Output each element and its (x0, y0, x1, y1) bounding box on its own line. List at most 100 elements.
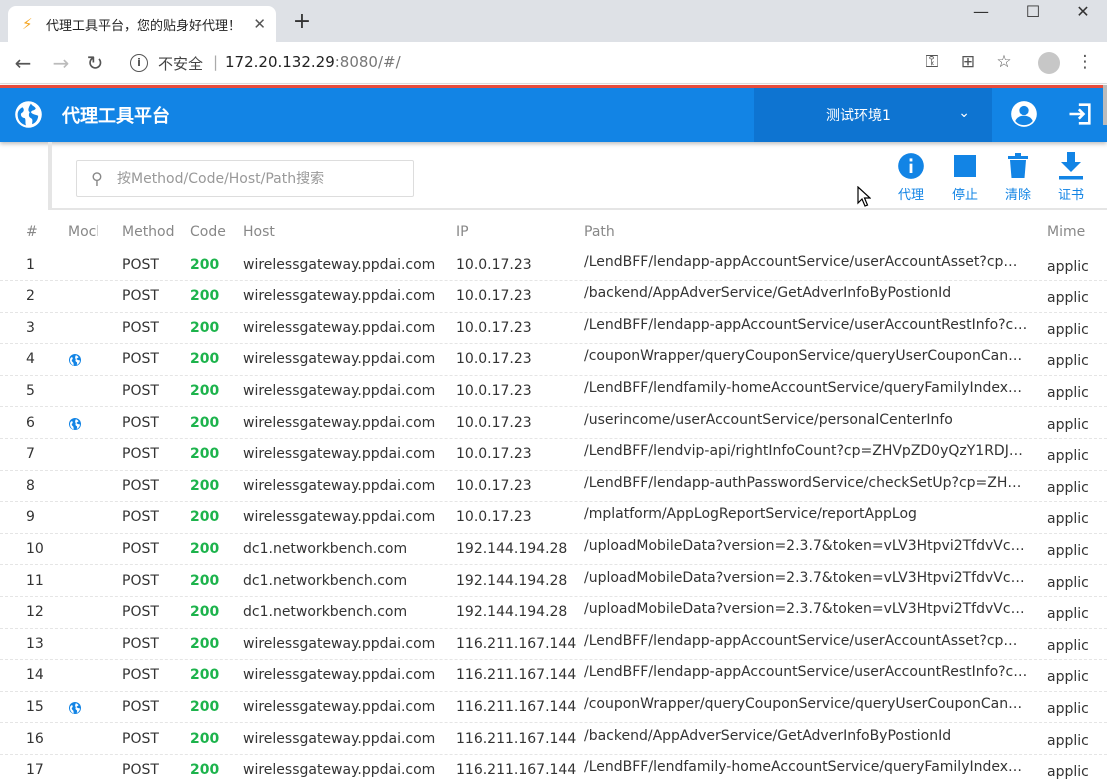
mock-globe-icon (69, 417, 81, 430)
header-ip[interactable]: IP (456, 224, 576, 240)
back-arrow-icon[interactable]: ← (10, 51, 36, 75)
row-ip: 192.144.194.28 (456, 572, 568, 589)
row-code: 200 (190, 667, 220, 684)
header-host[interactable]: Host (243, 224, 448, 240)
address-bar: ← → ↻ i 不安全 | 172.20.132.29:8080/#/ ⚿ ⊞ … (0, 42, 1107, 84)
profile-avatar[interactable] (1038, 52, 1060, 74)
stop-icon (954, 155, 976, 177)
info-icon[interactable]: i (130, 54, 148, 72)
clear-button[interactable]: 清除 (995, 150, 1041, 203)
url-host: 172.20.132.29 (225, 53, 335, 71)
row-code: 200 (190, 414, 220, 431)
row-num: 10 (26, 540, 44, 557)
reload-icon[interactable]: ↻ (82, 51, 108, 75)
certificate-button[interactable]: 证书 (1048, 150, 1094, 203)
row-num: 6 (26, 414, 35, 431)
star-icon[interactable]: ☆ (992, 52, 1016, 72)
row-method: POST (122, 256, 159, 273)
row-host: wirelessgateway.ppdai.com (243, 446, 436, 463)
row-host: wirelessgateway.ppdai.com (243, 414, 436, 431)
account-icon[interactable] (1010, 100, 1038, 128)
proxy-button[interactable]: 代理 (888, 150, 934, 203)
table-row[interactable]: 8 POST 200 wirelessgateway.ppdai.com 10.0.17… (0, 471, 1107, 503)
forward-arrow-icon[interactable]: → (48, 51, 74, 75)
table-row[interactable]: 3 POST 200 wirelessgateway.ppdai.com 10.0.17… (0, 313, 1107, 345)
row-num: 17 (26, 762, 44, 779)
table-header: # Mock Method Code Host IP Path Mime (0, 218, 1107, 250)
row-ip: 10.0.17.23 (456, 414, 532, 431)
logout-icon[interactable] (1066, 100, 1094, 128)
row-method: POST (122, 446, 159, 463)
row-code: 200 (190, 256, 220, 273)
search-box[interactable]: ⚲ (76, 160, 414, 197)
header-code[interactable]: Code (190, 224, 230, 240)
row-host: wirelessgateway.ppdai.com (243, 509, 436, 526)
row-num: 11 (26, 572, 44, 589)
table-row[interactable]: 1 POST 200 wirelessgateway.ppdai.com 10.0.17… (0, 250, 1107, 281)
key-icon[interactable]: ⚿ (920, 52, 944, 72)
row-code: 200 (190, 540, 220, 557)
header-num[interactable]: # (26, 224, 62, 240)
row-path: /couponWrapper/queryCouponService/queryU… (584, 348, 1029, 365)
row-mime: applic (1047, 384, 1089, 401)
row-ip: 10.0.17.23 (456, 382, 532, 399)
row-method: POST (122, 604, 159, 621)
row-path: /uploadMobileData?version=2.3.7&token=vL… (584, 569, 1029, 586)
table-row[interactable]: 17 POST 200 wirelessgateway.ppdai.com 116.21… (0, 755, 1107, 780)
search-input[interactable] (117, 170, 397, 187)
row-method: POST (122, 288, 159, 305)
row-ip: 10.0.17.23 (456, 477, 532, 494)
row-mime: applic (1047, 416, 1089, 433)
table-row[interactable]: 7 POST 200 wirelessgateway.ppdai.com 10.0.17… (0, 439, 1107, 471)
header-mock[interactable]: Mock (68, 224, 98, 240)
row-code: 200 (190, 730, 220, 747)
app-title: 代理工具平台 (62, 106, 170, 127)
browser-tab-bar: ⚡ 代理工具平台，您的贴身好代理！ ✕ + — ☐ ✕ (0, 0, 1107, 42)
mouse-cursor-icon (857, 186, 871, 207)
scrollbar[interactable] (1103, 85, 1107, 125)
header-path[interactable]: Path (584, 224, 1029, 240)
table-row[interactable]: 12 POST 200 dc1.networkbench.com 192.144.194… (0, 597, 1107, 629)
download-icon (1059, 152, 1083, 180)
environment-select[interactable]: 测试环境1 ⌄ (754, 88, 992, 142)
table-row[interactable]: 9 POST 200 wirelessgateway.ppdai.com 10.0.17… (0, 502, 1107, 534)
table-row[interactable]: 16 POST 200 wirelessgateway.ppdai.com 116.21… (0, 724, 1107, 755)
row-ip: 10.0.17.23 (456, 256, 532, 273)
row-method: POST (122, 698, 159, 715)
window-close-button[interactable]: ✕ (1060, 2, 1106, 26)
maximize-button[interactable]: ☐ (1010, 2, 1056, 26)
table-row[interactable]: 4 POST 200 wirelessgateway.ppdai.com 10.0.17… (0, 344, 1107, 376)
mock-globe-icon (69, 354, 81, 367)
table-row[interactable]: 14 POST 200 wirelessgateway.ppdai.com 116.21… (0, 660, 1107, 692)
browser-tab[interactable]: ⚡ 代理工具平台，您的贴身好代理！ ✕ (8, 6, 276, 42)
table-row[interactable]: 6 POST 200 wirelessgateway.ppdai.com 10.0.17… (0, 408, 1107, 439)
minimize-button[interactable]: — (958, 2, 1004, 26)
row-ip: 10.0.17.23 (456, 288, 532, 305)
translate-icon[interactable]: ⊞ (956, 52, 980, 72)
new-tab-button[interactable]: + (290, 9, 314, 34)
table-row[interactable]: 13 POST 200 wirelessgateway.ppdai.com 116.21… (0, 629, 1107, 661)
row-path: /couponWrapper/queryCouponService/queryU… (584, 695, 1029, 712)
row-ip: 10.0.17.23 (456, 446, 532, 463)
row-path: /LendBFF/lendvip-api/rightInfoCount?cp=Z… (584, 443, 1029, 460)
table-row[interactable]: 15 POST 200 wirelessgateway.ppdai.com 116.21… (0, 692, 1107, 724)
row-path: /uploadMobileData?version=2.3.7&token=vL… (584, 537, 1029, 554)
header-method[interactable]: Method (122, 224, 182, 240)
url-field[interactable]: 172.20.132.29:8080/#/ (225, 53, 401, 71)
row-path: /LendBFF/lendfamily-homeAccountService/q… (584, 759, 1029, 776)
row-path: /LendBFF/lendapp-authPasswordService/che… (584, 474, 1029, 491)
row-path: /LendBFF/lendapp-appAccountService/userA… (584, 253, 1029, 270)
header-mime[interactable]: Mime (1047, 224, 1107, 240)
tab-close-icon[interactable]: ✕ (253, 15, 266, 33)
table-row[interactable]: 5 POST 200 wirelessgateway.ppdai.com 10.0.17… (0, 376, 1107, 408)
row-code: 200 (190, 382, 220, 399)
row-num: 15 (26, 698, 44, 715)
row-mime: applic (1047, 542, 1089, 559)
table-row[interactable]: 2 POST 200 wirelessgateway.ppdai.com 10.0.17… (0, 281, 1107, 313)
menu-kebab-icon[interactable]: ⋮ (1073, 52, 1097, 72)
toolbar: ⚲ 代理 停止 清除 证书 (48, 142, 1107, 210)
table-row[interactable]: 11 POST 200 dc1.networkbench.com 192.144.194… (0, 566, 1107, 597)
stop-button[interactable]: 停止 (942, 150, 988, 203)
row-mime: applic (1047, 574, 1089, 591)
table-row[interactable]: 10 POST 200 dc1.networkbench.com 192.144.194… (0, 534, 1107, 566)
